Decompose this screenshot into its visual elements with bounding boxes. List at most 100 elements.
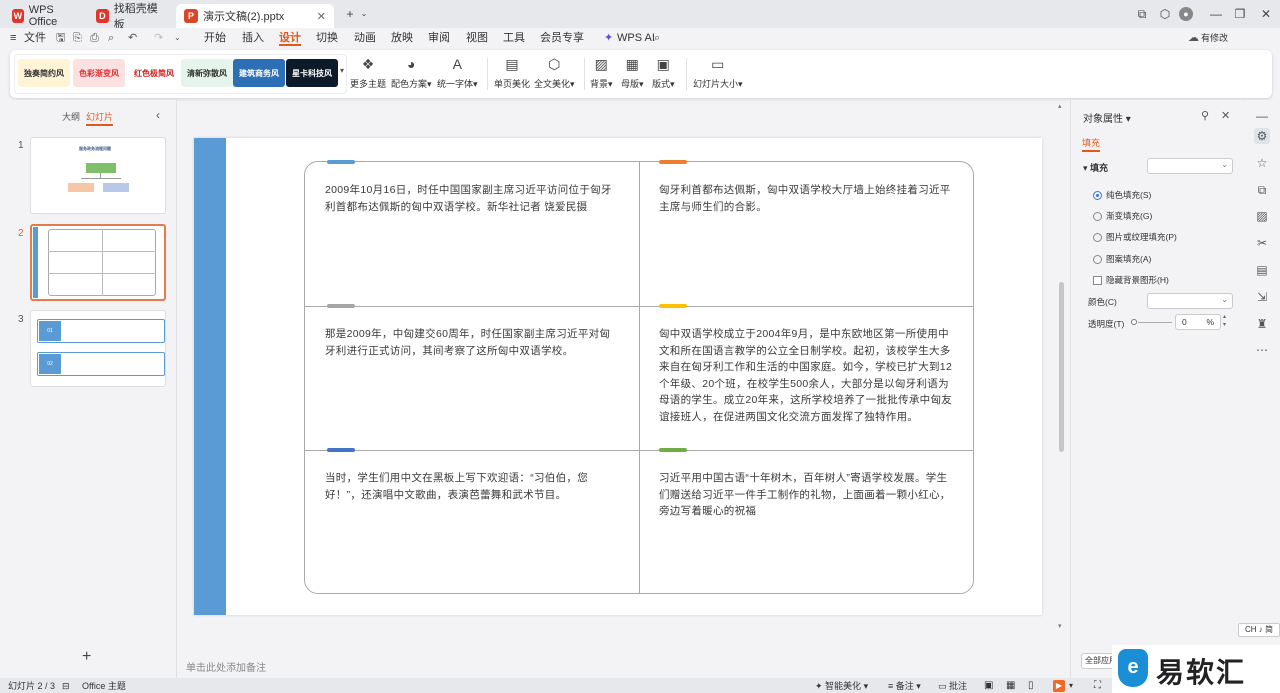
print-icon[interactable]: ⎙ (90, 30, 99, 46)
scrollbar-thumb[interactable] (1059, 282, 1064, 452)
play-slideshow-icon[interactable]: ▶ (1053, 680, 1065, 692)
theme-thumb[interactable]: 星卡科技风 (286, 59, 338, 87)
menu-slideshow[interactable]: 放映 (391, 30, 413, 46)
slide-thumb-2-selected[interactable] (30, 224, 166, 301)
tools-icon[interactable]: ✂ (1254, 235, 1270, 251)
scroll-up-icon[interactable]: ▴ (1058, 102, 1062, 110)
transparency-input[interactable]: 0% (1175, 314, 1221, 330)
transparency-slider-track[interactable] (1138, 322, 1172, 323)
master-button[interactable]: ▦ 母版▾ (621, 55, 644, 90)
menu-wps-ai[interactable]: WPS AI (617, 30, 655, 46)
fill-section-header[interactable]: ▾ 填充 (1083, 161, 1108, 174)
cube-icon[interactable]: ⬡ (1157, 6, 1173, 22)
radio-gradient-fill[interactable]: 渐变填充(G) (1093, 210, 1152, 222)
comment-button[interactable]: ▭ 批注 (938, 680, 967, 692)
close-window-icon[interactable]: ✕ (1258, 6, 1274, 22)
avatar[interactable]: ● (1179, 7, 1193, 21)
star-icon[interactable]: ☆ (1254, 155, 1270, 171)
search-icon[interactable]: ⌕ (654, 30, 660, 46)
shirt-icon[interactable]: ♜ (1254, 316, 1270, 332)
scroll-down-icon[interactable]: ▾ (1058, 622, 1062, 630)
undo-icon[interactable]: ↶ (128, 30, 137, 46)
menu-view[interactable]: 视图 (466, 30, 488, 46)
menu-tools[interactable]: 工具 (503, 30, 525, 46)
reading-view-icon[interactable]: ▯ (1028, 680, 1034, 692)
radio-pattern-fill[interactable]: 图案填充(A) (1093, 253, 1151, 265)
more-icon[interactable]: ⋯ (1254, 342, 1270, 358)
menu-review[interactable]: 审阅 (428, 30, 450, 46)
copy-icon[interactable]: ⧉ (1254, 182, 1270, 198)
text-cell[interactable]: 那是2009年，中匈建交60周年，时任国家副主席习近平对匈牙利进行正式访问，其间… (305, 306, 639, 450)
close-tab-icon[interactable]: ✕ (317, 10, 326, 23)
tab-slides[interactable]: 幻灯片 (86, 110, 114, 126)
add-slide-icon[interactable]: + (82, 648, 91, 666)
collapse-panel-icon[interactable]: ‹ (156, 108, 160, 122)
transparency-stepper[interactable]: ▴ ▾ (1223, 313, 1226, 329)
vertical-scrollbar[interactable]: ▴ ▾ (1058, 102, 1066, 652)
color-dropdown[interactable]: ⌄ (1147, 293, 1233, 309)
fill-dropdown[interactable]: ⌄ (1147, 158, 1233, 174)
radio-picture-fill[interactable]: 图片或纹理填充(P) (1093, 231, 1177, 243)
layout-button[interactable]: ▣ 版式▾ (652, 55, 675, 90)
tab-wps-office[interactable]: W WPS Office (4, 4, 84, 28)
full-beautify-button[interactable]: ⬡ 全文美化▾ (534, 55, 575, 90)
text-cell[interactable]: 2009年10月16日，时任中国国家副主席习近平访问位于匈牙利首都布达佩斯的匈中… (305, 162, 639, 306)
menu-member[interactable]: 会员专享 (540, 30, 584, 46)
theme-thumb[interactable]: 清新弥散风 (181, 59, 233, 87)
slider-handle[interactable] (1131, 319, 1137, 325)
text-cell[interactable]: 匈牙利首都布达佩斯，匈中双语学校大厅墙上始终挂着习近平主席与师生们的合影。 (639, 162, 973, 306)
text-cell[interactable]: 匈中双语学校成立于2004年9月，是中东欧地区第一所使用中文和所在国语言教学的公… (639, 306, 973, 450)
window-restore-icon[interactable]: ⧉ (1134, 6, 1150, 22)
menu-transition[interactable]: 切换 (316, 30, 338, 46)
theme-thumb[interactable]: 建筑商务风 (233, 59, 285, 87)
slide-thumb-1[interactable]: 服务政务流程问题 (30, 137, 166, 214)
radio-solid-fill[interactable]: 纯色填充(S) (1093, 189, 1151, 201)
slide-canvas[interactable]: 2009年10月16日，时任中国国家副主席习近平访问位于匈牙利首都布达佩斯的匈中… (194, 138, 1042, 615)
menu-insert[interactable]: 插入 (242, 30, 264, 46)
theme-name[interactable]: Office 主题 (82, 680, 126, 692)
more-themes-button[interactable]: ❖ 更多主题 (350, 55, 386, 90)
preview-icon[interactable]: ⌕ (108, 30, 114, 46)
tab-fill[interactable]: 填充 (1082, 136, 1101, 152)
text-cell[interactable]: 习近平用中国古语“十年树木，百年树人”寄语学校发展。学生们赠送给习近平一件手工制… (639, 450, 973, 594)
color-scheme-button[interactable]: ◕ 配色方案▾ (391, 55, 432, 90)
sorter-view-icon[interactable]: ▦ (1006, 680, 1015, 692)
notes-button[interactable]: ≡ 备注 ▾ (888, 680, 921, 692)
fit-window-icon[interactable]: ⛶ (1094, 680, 1101, 692)
tab-menu-chevron-icon[interactable]: ⌄ (356, 6, 372, 22)
menu-animation[interactable]: 动画 (354, 30, 376, 46)
book-icon[interactable]: ▤ (1254, 262, 1270, 278)
theme-thumb[interactable]: 独奏简约风 (18, 59, 70, 87)
minimize-icon[interactable]: — (1208, 6, 1224, 22)
save-icon[interactable]: 🖫 (56, 30, 65, 46)
redo-icon[interactable]: ↷ (154, 30, 163, 46)
spellcheck-icon[interactable]: ⊟ (62, 680, 70, 692)
normal-view-icon[interactable]: ▣ (984, 680, 993, 692)
tab-document[interactable]: P 演示文稿(2).pptx ✕ (176, 4, 334, 28)
hide-background-checkbox[interactable]: 隐藏背景图形(H) (1093, 274, 1169, 286)
maximize-icon[interactable]: ❐ (1232, 6, 1248, 22)
tab-outline[interactable]: 大纲 (62, 110, 80, 123)
export-icon[interactable]: ⎘ (73, 30, 82, 46)
play-options-chevron-icon[interactable]: ▾ (1069, 680, 1073, 692)
background-button[interactable]: ▨ 背景▾ (590, 55, 613, 90)
panel-title[interactable]: 对象属性 ▾ (1083, 110, 1131, 125)
text-cell[interactable]: 当时，学生们用中文在黑板上写下欢迎语：“习伯伯，您好！”，还演唱中文歌曲，表演芭… (305, 450, 639, 594)
unify-font-button[interactable]: A 统一字体▾ (437, 55, 478, 90)
menu-design[interactable]: 设计 (279, 30, 301, 46)
smart-beautify-button[interactable]: ✦ 智能美化 ▾ (815, 680, 868, 692)
more-chevron-icon[interactable]: ⌄ (174, 30, 181, 46)
menu-start[interactable]: 开始 (204, 30, 226, 46)
notes-area[interactable]: 单击此处添加备注 (178, 655, 1064, 677)
properties-icon[interactable]: ⚙ (1254, 128, 1270, 144)
collapse-icon[interactable]: — (1254, 108, 1270, 124)
slide-size-button[interactable]: ▭ 幻灯片大小▾ (693, 55, 743, 90)
theme-thumb[interactable]: 色彩渐变风 (73, 59, 125, 87)
single-page-beautify-button[interactable]: ▤ 单页美化 (494, 55, 530, 90)
menu-file[interactable]: 文件 (24, 30, 46, 46)
slide-thumb-3[interactable]: 01 02 (30, 310, 166, 387)
tab-docer[interactable]: D 找稻壳模板 (88, 3, 172, 31)
image-icon[interactable]: ▨ (1254, 208, 1270, 224)
gallery-expand-icon[interactable]: ▾ (340, 66, 344, 75)
pin-icon[interactable]: ⚲ (1201, 109, 1209, 122)
